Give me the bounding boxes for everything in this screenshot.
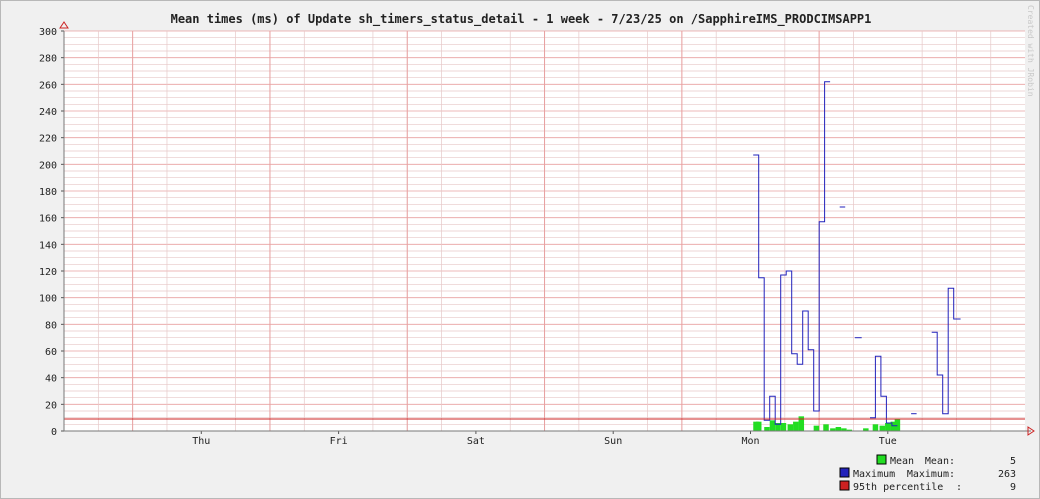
y-tick-label: 160 (39, 214, 57, 225)
legend-label: Mean (890, 456, 914, 467)
mean-bar (879, 425, 886, 431)
legend-stat-value: 5 (1010, 456, 1016, 467)
mean-bar (813, 425, 820, 431)
legend-swatch (876, 454, 887, 465)
y-tick-label: 300 (39, 27, 57, 38)
x-tick-label: Tue (879, 436, 897, 447)
mean-bar (894, 419, 901, 431)
y-tick-label: 220 (39, 134, 57, 145)
watermark-text: Created with JRobin (1026, 5, 1035, 97)
y-tick-label: 200 (39, 160, 57, 171)
legend: Mean Mean: 5 Maximum Maximum: 263 95th percent… (839, 454, 1016, 493)
legend-stat-label: Mean: (925, 456, 955, 467)
mean-bar (872, 424, 879, 431)
legend-stat-label: Maximum: (907, 469, 955, 480)
x-tick-label: Mon (741, 436, 759, 447)
y-tick-label: 20 (45, 400, 57, 411)
x-axis: Thu Fri Sat Sun Mon Tue (192, 431, 897, 447)
y-tick-label: 180 (39, 187, 57, 198)
legend-stat-label: : (956, 482, 962, 493)
legend-label: 95th percentile (853, 482, 943, 493)
mean-bar (823, 424, 829, 431)
y-tick-label: 120 (39, 267, 57, 278)
chart-title: Mean times (ms) of Update sh_timers_stat… (171, 12, 872, 27)
y-tick-label: 0 (51, 427, 57, 438)
legend-swatch (839, 480, 850, 491)
y-tick-label: 100 (39, 294, 57, 305)
mean-bar (755, 421, 762, 431)
mean-bar (885, 423, 891, 431)
mean-bar (787, 424, 794, 431)
y-axis: 0 20 40 60 80 100 120 140 160 180 200 220 240 260 280 3… (39, 27, 64, 438)
mean-bar (793, 421, 799, 431)
y-tick-label: 140 (39, 240, 57, 251)
y-tick-label: 40 (45, 374, 57, 385)
x-tick-label: Thu (192, 436, 210, 447)
y-axis-arrow-icon (59, 21, 69, 29)
x-tick-label: Fri (330, 436, 348, 447)
legend-swatch (839, 467, 850, 478)
x-tick-label: Sat (467, 436, 485, 447)
y-tick-label: 280 (39, 54, 57, 65)
legend-stat-value: 9 (1010, 482, 1016, 493)
mean-bar (835, 427, 842, 431)
y-tick-label: 240 (39, 107, 57, 118)
mean-bar (769, 420, 776, 431)
mean-bar (764, 427, 770, 431)
legend-stat-value: 263 (998, 469, 1016, 480)
chart-canvas: Mean times (ms) of Update sh_timers_stat… (39, 5, 1035, 493)
y-tick-label: 60 (45, 347, 57, 358)
y-tick-label: 260 (39, 80, 57, 91)
y-tick-label: 80 (45, 320, 57, 331)
mean-bar (780, 423, 787, 431)
x-tick-label: Sun (604, 436, 622, 447)
legend-label: Maximum (853, 469, 895, 480)
